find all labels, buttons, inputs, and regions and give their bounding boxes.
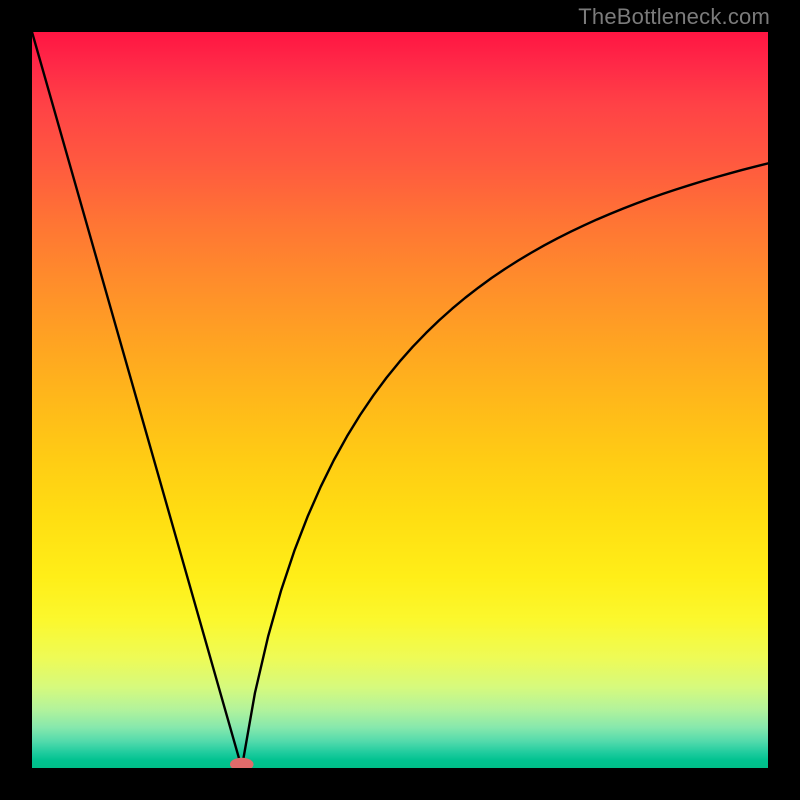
chart-frame: TheBottleneck.com	[0, 0, 800, 800]
bottleneck-curve	[32, 32, 768, 768]
plot-area	[32, 32, 768, 768]
curve-layer	[32, 32, 768, 768]
curve-left-branch	[32, 32, 242, 768]
watermark-text: TheBottleneck.com	[578, 4, 770, 30]
minimum-marker	[230, 758, 254, 768]
curve-right-branch	[242, 163, 768, 768]
